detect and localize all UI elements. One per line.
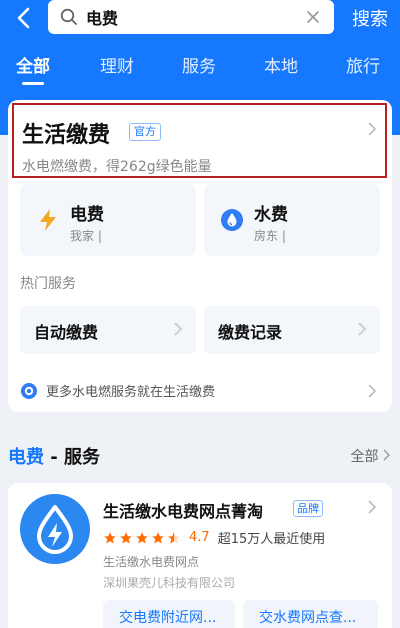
- app-name: 生活缴水电费网点菁淘: [103, 502, 264, 521]
- brand-badge: 品牌: [293, 500, 323, 517]
- star-icon: [104, 531, 116, 544]
- app-description: 生活缴水电费网点: [103, 555, 200, 569]
- auto-pay-label: 自动缴费: [34, 323, 99, 342]
- close-icon: [307, 11, 319, 23]
- official-badge: 官方: [129, 123, 161, 141]
- more-services-text: 更多水电燃服务就在生活缴费: [46, 385, 216, 400]
- tab-finance[interactable]: 理财: [100, 52, 134, 77]
- tab-travel[interactable]: 旅行: [346, 52, 380, 77]
- more-services-link[interactable]: 更多水电燃服务就在生活缴费: [20, 381, 215, 400]
- chevron-right-icon: [368, 122, 376, 136]
- life-payment-title: 生活缴费: [22, 123, 111, 148]
- chip-water-outlet[interactable]: 交水费网点查...: [243, 600, 378, 628]
- tab-all[interactable]: 全部: [16, 52, 50, 77]
- half-star-icon: [168, 531, 180, 544]
- section-title: 电费 - 服务: [8, 443, 100, 469]
- electricity-sub: 我家 |: [70, 229, 102, 243]
- section-keyword: 电费: [8, 447, 44, 468]
- category-tabs: 全部 理财 服务 本地 旅行: [0, 52, 400, 92]
- app-logo: [20, 494, 90, 564]
- water-service[interactable]: 水费 房东 |: [204, 184, 380, 256]
- tab-underline: [22, 82, 44, 85]
- chevron-right-icon: [368, 384, 376, 398]
- search-input[interactable]: 电费: [86, 5, 300, 29]
- chevron-right-icon: [358, 322, 366, 336]
- target-icon: [21, 382, 37, 399]
- search-button[interactable]: 搜索: [352, 5, 388, 31]
- chip-electricity-nearby[interactable]: 交电费附近网...: [103, 600, 235, 628]
- app-company: 深圳果壳儿科技有限公司: [103, 576, 236, 590]
- back-arrow-icon: [17, 7, 30, 29]
- view-all-link[interactable]: 全部: [351, 446, 390, 466]
- star-icon: [120, 531, 132, 544]
- chevron-right-icon: [368, 500, 376, 514]
- clear-button[interactable]: [300, 4, 326, 30]
- chevron-right-icon: [174, 322, 182, 336]
- section-title-rest: - 服务: [44, 447, 101, 468]
- water-drop-icon: [221, 209, 243, 231]
- life-payment-subtitle: 水电燃缴费，得262g绿色能量: [22, 159, 212, 175]
- search-icon: [60, 8, 77, 25]
- lightning-drop-icon: [37, 505, 73, 554]
- water-label: 水费: [254, 205, 288, 225]
- water-sub: 房东 |: [254, 229, 286, 243]
- tab-local[interactable]: 本地: [264, 52, 298, 77]
- search-box[interactable]: 电费: [48, 0, 334, 34]
- lightning-icon: [40, 209, 56, 231]
- rating-value: 4.7: [189, 530, 210, 545]
- chevron-right-icon: [383, 449, 390, 461]
- rating-row: 4.7 超15万人最近使用: [103, 528, 325, 547]
- recent-users: 超15万人最近使用: [217, 532, 326, 547]
- tab-services[interactable]: 服务: [182, 52, 216, 77]
- hot-services-label: 热门服务: [20, 276, 76, 292]
- electricity-label: 电费: [70, 205, 104, 225]
- payment-records-button[interactable]: 缴费记录: [204, 306, 380, 354]
- electricity-service[interactable]: 电费 我家 |: [20, 184, 196, 256]
- star-icon: [136, 531, 148, 544]
- payment-records-label: 缴费记录: [218, 323, 283, 342]
- star-icon: [152, 531, 164, 544]
- view-all-label: 全部: [350, 449, 379, 465]
- auto-pay-button[interactable]: 自动缴费: [20, 306, 196, 354]
- back-button[interactable]: [8, 4, 38, 32]
- top-bar: 电费 搜索: [0, 0, 400, 36]
